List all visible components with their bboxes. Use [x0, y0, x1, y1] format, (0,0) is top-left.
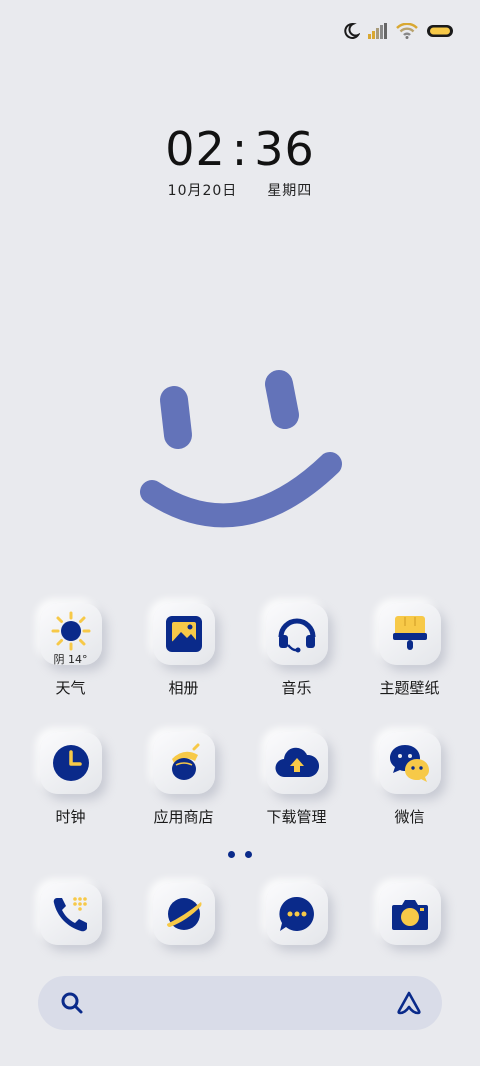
app-music-tile[interactable]: [265, 603, 328, 665]
dock-browser-tile[interactable]: [152, 883, 215, 945]
app-label: 音乐: [281, 679, 312, 697]
app-store-tile[interactable]: [152, 732, 215, 794]
dock-camera-tile[interactable]: [378, 883, 441, 945]
app-music[interactable]: 音乐: [240, 603, 353, 698]
app-gallery[interactable]: 相册: [127, 603, 240, 698]
lockscreen-clock[interactable]: 02:36: [0, 122, 480, 176]
dock-phone-tile[interactable]: [39, 883, 102, 945]
cloud-upload-icon: [275, 747, 319, 778]
weather-sun-icon: [51, 611, 90, 651]
dock-phone[interactable]: [14, 883, 127, 945]
search-bar[interactable]: [38, 976, 442, 1030]
app-clock[interactable]: 时钟: [14, 732, 127, 827]
app-weather-tile[interactable]: 阴 14°: [39, 603, 102, 666]
status-bar: [342, 18, 454, 44]
page-dot[interactable]: [245, 851, 252, 858]
messages-icon: [278, 896, 314, 931]
gallery-icon: [165, 616, 202, 652]
browser-planet-icon: [166, 898, 201, 930]
smiley-face-icon: [140, 370, 342, 528]
weather-temp: 阴 14°: [53, 653, 88, 666]
date-line[interactable]: 10月20日 星期四: [0, 180, 480, 200]
dock-messages-tile[interactable]: [265, 883, 328, 945]
acorn-icon: [171, 743, 199, 780]
app-downloads[interactable]: 下载管理: [240, 732, 353, 827]
headphones-icon: [278, 618, 315, 653]
battery-icon: [427, 25, 453, 37]
page-dot[interactable]: [228, 851, 235, 858]
wifi-icon: [396, 23, 418, 39]
app-label: 时钟: [55, 808, 86, 826]
app-label: 天气: [55, 679, 86, 697]
search-icon[interactable]: [60, 991, 84, 1015]
app-themes-tile[interactable]: [378, 603, 441, 665]
camera-icon: [391, 900, 428, 930]
dock-messages[interactable]: [240, 883, 353, 945]
app-label: 主题壁纸: [379, 679, 440, 697]
assistant-icon[interactable]: [396, 990, 422, 1016]
app-wechat-tile[interactable]: [378, 732, 441, 794]
phone-icon: [53, 897, 87, 932]
app-label: 相册: [168, 679, 199, 697]
page-indicator[interactable]: [0, 851, 480, 858]
moon-icon: [344, 22, 360, 39]
app-weather[interactable]: 阴 14° 天气: [14, 603, 127, 698]
app-themes[interactable]: 主题壁纸: [353, 603, 466, 698]
signal-icon: [368, 23, 387, 39]
clock-icon: [52, 745, 89, 781]
clock-hours: 02: [165, 122, 226, 176]
app-gallery-tile[interactable]: [152, 603, 215, 665]
app-label: 微信: [394, 808, 425, 826]
app-clock-tile[interactable]: [39, 732, 102, 794]
app-label: 应用商店: [153, 808, 214, 826]
clock-colon: :: [231, 122, 249, 176]
clock-minutes: 36: [254, 122, 315, 176]
date-weekday: 星期四: [267, 183, 313, 199]
dock-camera[interactable]: [353, 883, 466, 945]
date-day: 10月20日: [167, 183, 238, 199]
dock-browser[interactable]: [127, 883, 240, 945]
wechat-icon: [389, 745, 429, 782]
app-wechat[interactable]: 微信: [353, 732, 466, 827]
app-store[interactable]: 应用商店: [127, 732, 240, 827]
paint-brush-icon: [392, 616, 427, 650]
app-label: 下载管理: [266, 808, 327, 826]
app-downloads-tile[interactable]: [265, 732, 328, 794]
